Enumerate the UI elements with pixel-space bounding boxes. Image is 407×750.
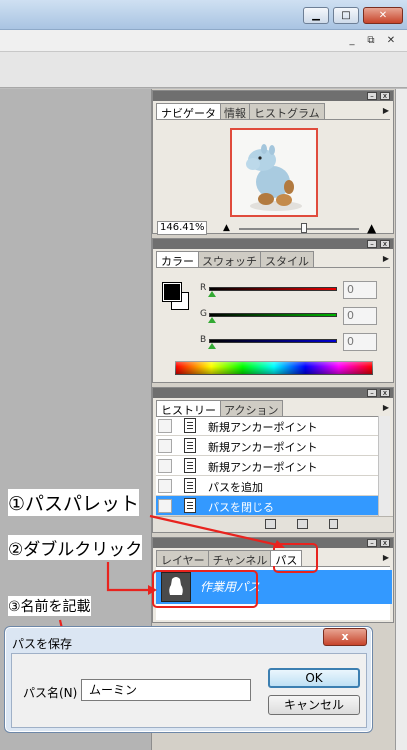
step2-annotation: ②ダブルクリック — [8, 535, 143, 560]
step3-annotation: ③名前を記載 — [8, 596, 91, 616]
dialog-close-button[interactable]: x — [323, 628, 367, 646]
cancel-button[interactable]: キャンセル — [268, 695, 360, 715]
dialog-title: パスを保存 — [12, 637, 73, 651]
ok-button[interactable]: OK — [268, 668, 360, 688]
work-path-highlight — [152, 570, 258, 608]
dialog-body: パス名(N) ムーミン OK キャンセル — [11, 653, 367, 728]
step1-annotation: ①パスパレット — [8, 489, 140, 516]
path-name-label: パス名(N) — [23, 686, 78, 700]
tab-navigator[interactable]: ナビゲータ — [156, 103, 221, 120]
tab-color[interactable]: カラー — [156, 251, 199, 268]
path-name-input[interactable]: ムーミン — [81, 679, 251, 701]
tab-paths[interactable]: パス — [270, 550, 303, 567]
save-path-dialog: パスを保存 x パス名(N) ムーミン OK キャンセル — [4, 626, 373, 733]
tab-history[interactable]: ヒストリー — [156, 400, 221, 417]
